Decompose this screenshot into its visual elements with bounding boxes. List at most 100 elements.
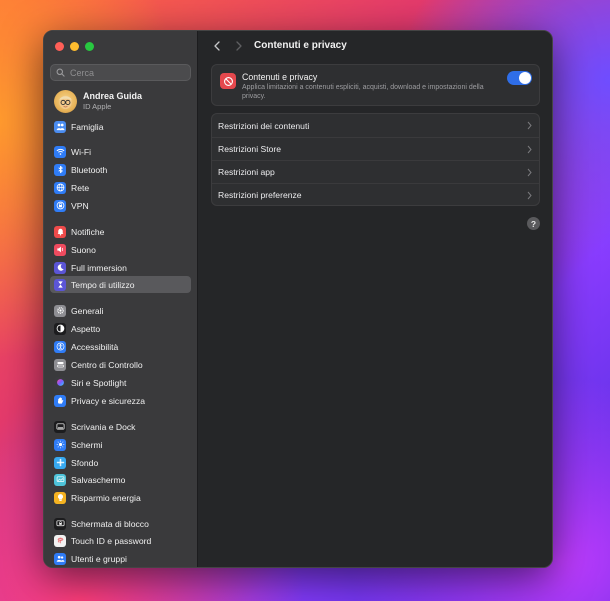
sidebar-item-label: Utenti e gruppi (71, 553, 127, 564)
sidebar-item-label: Generali (71, 305, 104, 316)
zoom-button[interactable] (85, 42, 94, 51)
moon-icon (54, 261, 66, 274)
content-pane: Contenuti e privacy Contenuti e privacy … (198, 31, 552, 567)
bluetooth-icon (54, 163, 66, 176)
sidebar-item-label: Sfondo (71, 457, 99, 468)
sidebar: Andrea Guida ID Apple Famiglia Wi-Fi (44, 31, 198, 567)
sidebar-item-full-immersion[interactable]: Full immersion (50, 259, 191, 276)
sidebar-item-label: Risparmio energia (71, 492, 141, 503)
row-restrizioni-contenuti[interactable]: Restrizioni dei contenuti (212, 114, 539, 137)
sidebar-item-bluetooth[interactable]: Bluetooth (50, 161, 191, 178)
chevron-left-icon (214, 41, 220, 51)
dock-icon (54, 420, 66, 433)
row-label: Restrizioni preferenze (218, 190, 302, 200)
chevron-right-icon (527, 168, 532, 177)
sidebar-item-aspetto[interactable]: Aspetto (50, 320, 191, 337)
row-label: Restrizioni Store (218, 144, 282, 154)
chevron-right-icon (527, 145, 532, 154)
vpn-icon (54, 199, 66, 212)
memoji-icon (59, 95, 72, 110)
accessibility-icon (54, 340, 66, 353)
sidebar-item-vpn[interactable]: VPN (50, 197, 191, 214)
page-title: Contenuti e privacy (254, 40, 347, 51)
profile-name: Andrea Guida (83, 91, 143, 101)
sidebar-item-centro-di-controllo[interactable]: Centro di Controllo (50, 356, 191, 373)
globe-icon (54, 181, 66, 194)
sidebar-item-risparmio-energia[interactable]: Risparmio energia (50, 489, 191, 506)
gear-icon (54, 304, 66, 317)
close-button[interactable] (55, 42, 64, 51)
search-input[interactable] (68, 66, 182, 79)
toggle-knob (519, 72, 531, 84)
sidebar-item-label: Suono (71, 244, 96, 255)
sidebar-item-tempo-di-utilizzo[interactable]: Tempo di utilizzo (50, 276, 191, 293)
help-button[interactable]: ? (527, 217, 540, 230)
sidebar-item-label: Accessibilità (71, 341, 119, 352)
content-privacy-card: Contenuti e privacy Applica limitazioni … (211, 64, 540, 106)
sidebar-item-label: Famiglia (71, 121, 104, 132)
system-settings-window: Andrea Guida ID Apple Famiglia Wi-Fi (43, 30, 553, 568)
sidebar-item-label: Aspetto (71, 323, 101, 334)
sidebar-item-privacy-sicurezza[interactable]: Privacy e sicurezza (50, 392, 191, 409)
sidebar-item-utenti-gruppi[interactable]: Utenti e gruppi (50, 550, 191, 567)
sidebar-item-wifi[interactable]: Wi-Fi (50, 143, 191, 160)
chevron-right-icon (236, 41, 242, 51)
users-icon (54, 552, 66, 565)
feature-description: Applica limitazioni a contenuti esplicit… (242, 84, 484, 100)
row-restrizioni-store[interactable]: Restrizioni Store (212, 137, 539, 160)
speaker-icon (54, 243, 66, 256)
lock-screen-icon (54, 517, 66, 530)
feature-title: Contenuti e privacy (242, 72, 318, 82)
content-privacy-toggle[interactable] (507, 71, 532, 85)
sidebar-item-schermata-di-blocco[interactable]: Schermata di blocco (50, 515, 191, 532)
sidebar-item-touch-id-password[interactable]: Touch ID e password (50, 532, 191, 549)
sidebar-item-label: Schermata di blocco (71, 518, 149, 529)
row-label: Restrizioni dei contenuti (218, 120, 310, 131)
display-icon (54, 438, 66, 451)
sidebar-item-sfondo[interactable]: Sfondo (50, 454, 191, 471)
sidebar-item-label: Salvaschermo (71, 474, 126, 485)
search-field[interactable] (50, 64, 191, 81)
row-restrizioni-app[interactable]: Restrizioni app (212, 160, 539, 183)
restrictions-list: Restrizioni dei contenuti Restrizioni St… (211, 113, 540, 206)
row-label: Restrizioni app (218, 167, 275, 177)
sidebar-item-label: Tempo di utilizzo (71, 279, 135, 290)
sidebar-item-famiglia[interactable]: Famiglia (50, 118, 191, 135)
sidebar-item-notifiche[interactable]: Notifiche (50, 223, 191, 240)
forward-button[interactable] (232, 39, 246, 53)
hourglass-icon (54, 278, 66, 291)
family-icon (54, 120, 66, 133)
sidebar-item-label: VPN (71, 200, 89, 211)
sidebar-item-label: Bluetooth (71, 164, 108, 175)
sidebar-item-accessibilita[interactable]: Accessibilità (50, 338, 191, 355)
sidebar-item-salvaschermo[interactable]: Salvaschermo (50, 471, 191, 488)
chevron-right-icon (527, 121, 532, 130)
siri-icon (54, 376, 66, 389)
sidebar-item-label: Schermi (71, 439, 103, 450)
sidebar-item-label: Full immersion (71, 262, 127, 273)
wifi-icon (54, 145, 66, 158)
sidebar-item-label: Notifiche (71, 226, 105, 237)
apple-id-profile[interactable]: Andrea Guida ID Apple (54, 90, 142, 113)
sidebar-item-rete[interactable]: Rete (50, 179, 191, 196)
traffic-lights (55, 42, 94, 51)
sidebar-item-suono[interactable]: Suono (50, 241, 191, 258)
sidebar-item-label: Scrivania e Dock (71, 421, 136, 432)
restriction-icon (220, 73, 236, 89)
hand-icon (54, 394, 66, 407)
sidebar-item-label: Centro di Controllo (71, 359, 143, 370)
wallpaper-icon (54, 456, 66, 469)
sidebar-item-label: Siri e Spotlight (71, 377, 127, 388)
sidebar-item-generali[interactable]: Generali (50, 302, 191, 319)
toolbar: Contenuti e privacy (198, 31, 552, 61)
sidebar-item-label: Rete (71, 182, 90, 193)
sidebar-item-siri-spotlight[interactable]: Siri e Spotlight (50, 374, 191, 391)
sidebar-item-schermi[interactable]: Schermi (50, 436, 191, 453)
sidebar-item-scrivania-dock[interactable]: Scrivania e Dock (50, 418, 191, 435)
row-restrizioni-preferenze[interactable]: Restrizioni preferenze (212, 183, 539, 206)
minimize-button[interactable] (70, 42, 79, 51)
bell-icon (54, 225, 66, 238)
search-icon (56, 68, 65, 77)
screensaver-icon (54, 473, 66, 486)
back-button[interactable] (210, 39, 224, 53)
